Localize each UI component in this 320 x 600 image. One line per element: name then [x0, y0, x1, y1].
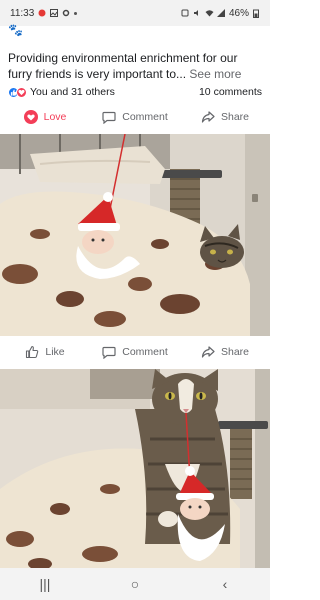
reaction-icons	[8, 86, 27, 98]
back-button[interactable]: ‹	[205, 576, 245, 592]
settings-icon	[62, 9, 70, 17]
post-text: 🐾 Providing environmental enrichment for…	[8, 22, 263, 82]
mute-icon	[193, 9, 201, 17]
share-button-2[interactable]: Share	[180, 345, 270, 359]
comment-button-label: Comment	[122, 346, 168, 358]
wifi-icon	[205, 9, 214, 17]
signal-icon	[216, 9, 225, 17]
recents-button[interactable]: |||	[25, 576, 65, 592]
like-icon	[26, 345, 39, 359]
comment-button-2[interactable]: Comment	[90, 345, 180, 359]
share-icon	[201, 110, 215, 123]
share-button-label: Share	[220, 110, 250, 123]
love-reaction-icon	[16, 86, 27, 98]
post-action-bar: Love Comment Share	[0, 99, 270, 135]
post-photo-cat-with-toy[interactable]	[0, 369, 270, 569]
recents-icon: |||	[39, 576, 51, 592]
comment-button[interactable]: Comment	[90, 110, 180, 124]
home-icon: ○	[130, 576, 140, 592]
home-button[interactable]: ○	[115, 576, 155, 592]
love-button-label: Love	[43, 110, 67, 123]
like-button-label: Like	[45, 346, 65, 358]
comment-icon	[102, 111, 116, 124]
paw-prints-emoji: 🐾	[8, 23, 23, 37]
battery-level: 46%	[228, 7, 249, 19]
notification-icon	[38, 9, 46, 17]
back-icon: ‹	[222, 576, 228, 592]
see-more-link[interactable]: See more	[189, 67, 241, 81]
love-icon	[23, 109, 38, 124]
system-navigation-bar: ||| ○ ‹	[0, 568, 270, 600]
love-button[interactable]: Love	[0, 109, 90, 124]
comment-button-label: Comment	[122, 110, 168, 123]
like-button[interactable]: Like	[0, 345, 90, 359]
post-caption: Providing environmental enrichment for o…	[8, 50, 263, 82]
reactions-summary[interactable]: You and 31 others 10 comments	[8, 84, 262, 100]
more-notifications-icon	[74, 11, 78, 15]
share-button[interactable]: Share	[180, 110, 270, 124]
comments-count[interactable]: 10 comments	[199, 86, 262, 98]
alarm-icon	[181, 9, 189, 17]
battery-icon	[253, 9, 261, 18]
post-photo-cat-on-bed[interactable]	[0, 134, 270, 336]
share-button-label: Share	[220, 346, 250, 358]
reactions-text: You and 31 others	[30, 86, 115, 98]
status-time: 11:33	[10, 7, 35, 19]
comment-icon	[102, 346, 116, 359]
share-icon	[201, 346, 215, 358]
post-action-bar-2: Like Comment Share	[0, 336, 270, 368]
image-icon	[50, 9, 59, 17]
